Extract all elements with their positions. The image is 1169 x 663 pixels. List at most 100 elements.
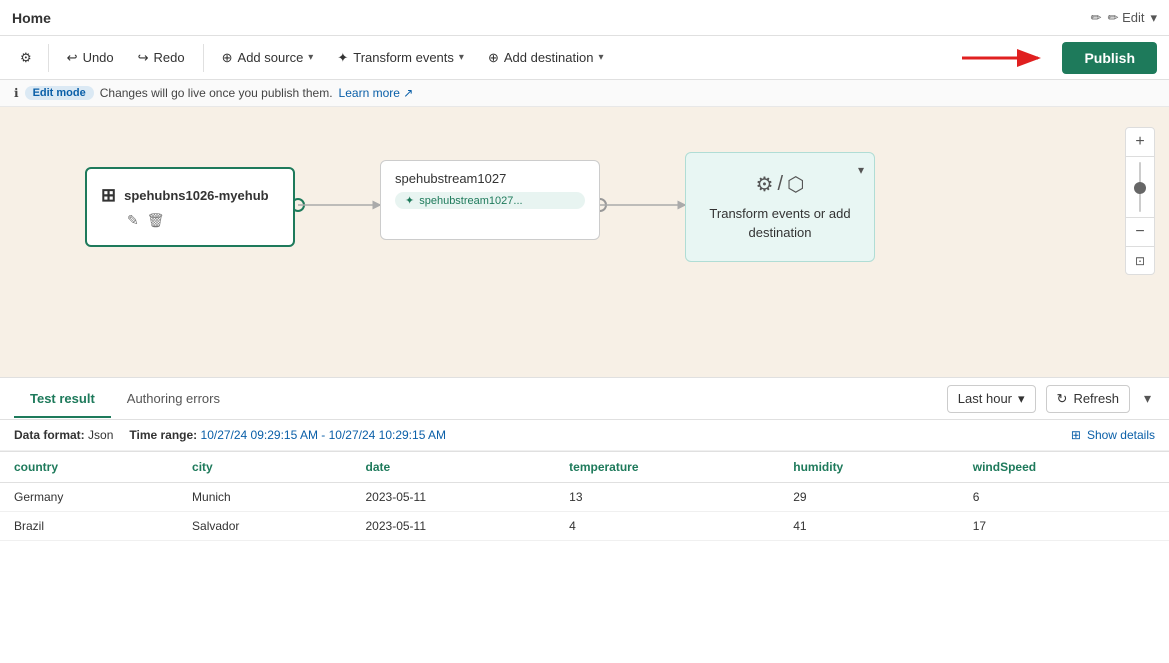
cell-humidity: 41 [779,512,959,541]
collapse-icon: ▾ [1144,390,1151,406]
show-details-button[interactable]: ⊞ Show details [1071,428,1155,442]
show-details-label: Show details [1087,428,1155,442]
zoom-controls: + − ⊡ [1125,127,1155,275]
stream-tag: ✦ spehubstream1027... [395,192,585,209]
zoom-out-button[interactable]: − [1126,218,1154,246]
data-format-section: Data format: Json [14,428,113,442]
learn-more-label: Learn more [339,86,400,100]
redo-label: Redo [154,50,185,65]
last-hour-select[interactable]: Last hour ▾ [947,385,1036,413]
zoom-slider-thumb[interactable] [1134,182,1146,194]
refresh-button[interactable]: ↻ Refresh [1046,385,1130,413]
cell-city: Salvador [178,512,351,541]
stream-tag-text: spehubstream1027... [419,195,522,207]
title-bar: Home ✏ ✏ Edit ▾ [0,0,1169,36]
redo-icon: ↪ [138,50,149,66]
undo-button[interactable]: ↩ Undo [57,45,124,71]
source-node[interactable]: ⊞ spehubns1026-myehub ✎ 🗑 [85,167,295,247]
info-icon: ℹ [14,86,19,100]
time-range-section: Time range: 10/27/24 09:29:15 AM - 10/27… [129,428,446,442]
source-delete-icon[interactable]: 🗑 [147,212,165,229]
col-city: city [178,452,351,483]
tabs-bar: Test result Authoring errors Last hour ▾… [0,378,1169,420]
stream-node-title: spehubstream1027 [395,171,585,186]
destination-chevron-icon[interactable]: ▾ [858,163,864,177]
cell-country: Germany [0,483,178,512]
zoom-slider-track [1139,162,1141,212]
table-header-row: country city date temperature humidity w… [0,452,1169,483]
destination-node[interactable]: ▾ ⚙ / ⬡ Transform events or add destinat… [685,152,875,262]
add-source-button[interactable]: ⊕ Add source ▾ [212,45,324,71]
toolbar-separator2 [203,44,204,72]
table-row: BrazilSalvador2023-05-1144117 [0,512,1169,541]
source-edit-icon[interactable]: ✎ [127,212,139,229]
toolbar-separator [48,44,49,72]
transform-events-button[interactable]: ✦ Transform events ▾ [327,45,474,71]
redo-button[interactable]: ↪ Redo [128,45,195,71]
cell-temperature: 13 [555,483,779,512]
add-source-icon: ⊕ [222,50,233,66]
collapse-button[interactable]: ▾ [1140,386,1155,411]
last-hour-label: Last hour [958,391,1012,406]
stream-node[interactable]: spehubstream1027 ✦ spehubstream1027... [380,160,600,240]
zoom-in-button[interactable]: + [1126,128,1154,156]
external-link-icon: ↗ [403,86,413,100]
edit-mode-bar: ℹ Edit mode Changes will go live once yo… [0,80,1169,107]
edit-mode-message: Changes will go live once you publish th… [100,86,333,100]
table-body: GermanyMunich2023-05-1113296BrazilSalvad… [0,483,1169,541]
tab-authoring-errors-label: Authoring errors [127,391,220,406]
edit-chevron-icon: ▾ [1150,10,1157,26]
cell-windSpeed: 6 [959,483,1169,512]
cell-date: 2023-05-11 [352,483,556,512]
data-format-label: Data format: [14,428,88,442]
undo-icon: ↩ [67,50,78,66]
destination-export-icon: ⬡ [787,172,804,197]
red-arrow-indicator [960,44,1050,72]
data-format-value: Json [88,428,113,442]
table-row: GermanyMunich2023-05-1113296 [0,483,1169,512]
settings-button[interactable]: ⚙ [12,45,40,71]
zoom-slider[interactable] [1126,157,1154,217]
transform-icon: ✦ [337,50,348,66]
cell-city: Munich [178,483,351,512]
last-hour-chevron-icon: ▾ [1018,391,1025,407]
add-dest-caret-icon: ▾ [598,52,603,63]
time-range-value: 10/27/24 09:29:15 AM - 10/27/24 10:29:15… [201,428,447,442]
tabs-right: Last hour ▾ ↻ Refresh ▾ [947,385,1155,413]
add-dest-icon: ⊕ [488,50,499,66]
home-title: Home [12,10,51,26]
col-temperature: temperature [555,452,779,483]
transform-label: Transform events [353,50,454,65]
data-info-bar: Data format: Json Time range: 10/27/24 0… [0,420,1169,451]
zoom-fit-button[interactable]: ⊡ [1126,246,1154,274]
source-node-title: spehubns1026-myehub [124,188,269,203]
tab-test-result-label: Test result [30,391,95,406]
data-table-container: country city date temperature humidity w… [0,451,1169,663]
gear-icon: ⚙ [20,50,32,66]
source-node-icon: ⊞ [101,185,116,206]
show-details-icon: ⊞ [1071,428,1081,442]
add-source-caret-icon: ▾ [308,52,313,63]
cell-humidity: 29 [779,483,959,512]
transform-caret-icon: ▾ [459,52,464,63]
stream-tag-icon: ✦ [405,194,414,207]
tab-test-result[interactable]: Test result [14,381,111,418]
publish-button[interactable]: Publish [1062,42,1157,74]
tab-authoring-errors[interactable]: Authoring errors [111,381,236,418]
undo-label: Undo [83,50,114,65]
toolbar: ⚙ ↩ Undo ↪ Redo ⊕ Add source ▾ ✦ Transfo… [0,36,1169,80]
col-country: country [0,452,178,483]
refresh-icon: ↻ [1057,391,1068,407]
add-destination-button[interactable]: ⊕ Add destination ▾ [478,45,614,71]
learn-more-link[interactable]: Learn more ↗ [339,86,414,100]
add-source-label: Add source [238,50,304,65]
destination-text: Transform events or add destination [686,205,874,241]
edit-icon: ✏ [1091,10,1102,26]
tabs-left: Test result Authoring errors [14,381,236,417]
data-table: country city date temperature humidity w… [0,451,1169,541]
time-range-label: Time range: [129,428,200,442]
destination-icons: ⚙ / ⬡ [756,172,805,197]
cell-country: Brazil [0,512,178,541]
add-dest-label: Add destination [504,50,594,65]
edit-button[interactable]: ✏ ✏ Edit ▾ [1091,10,1157,26]
